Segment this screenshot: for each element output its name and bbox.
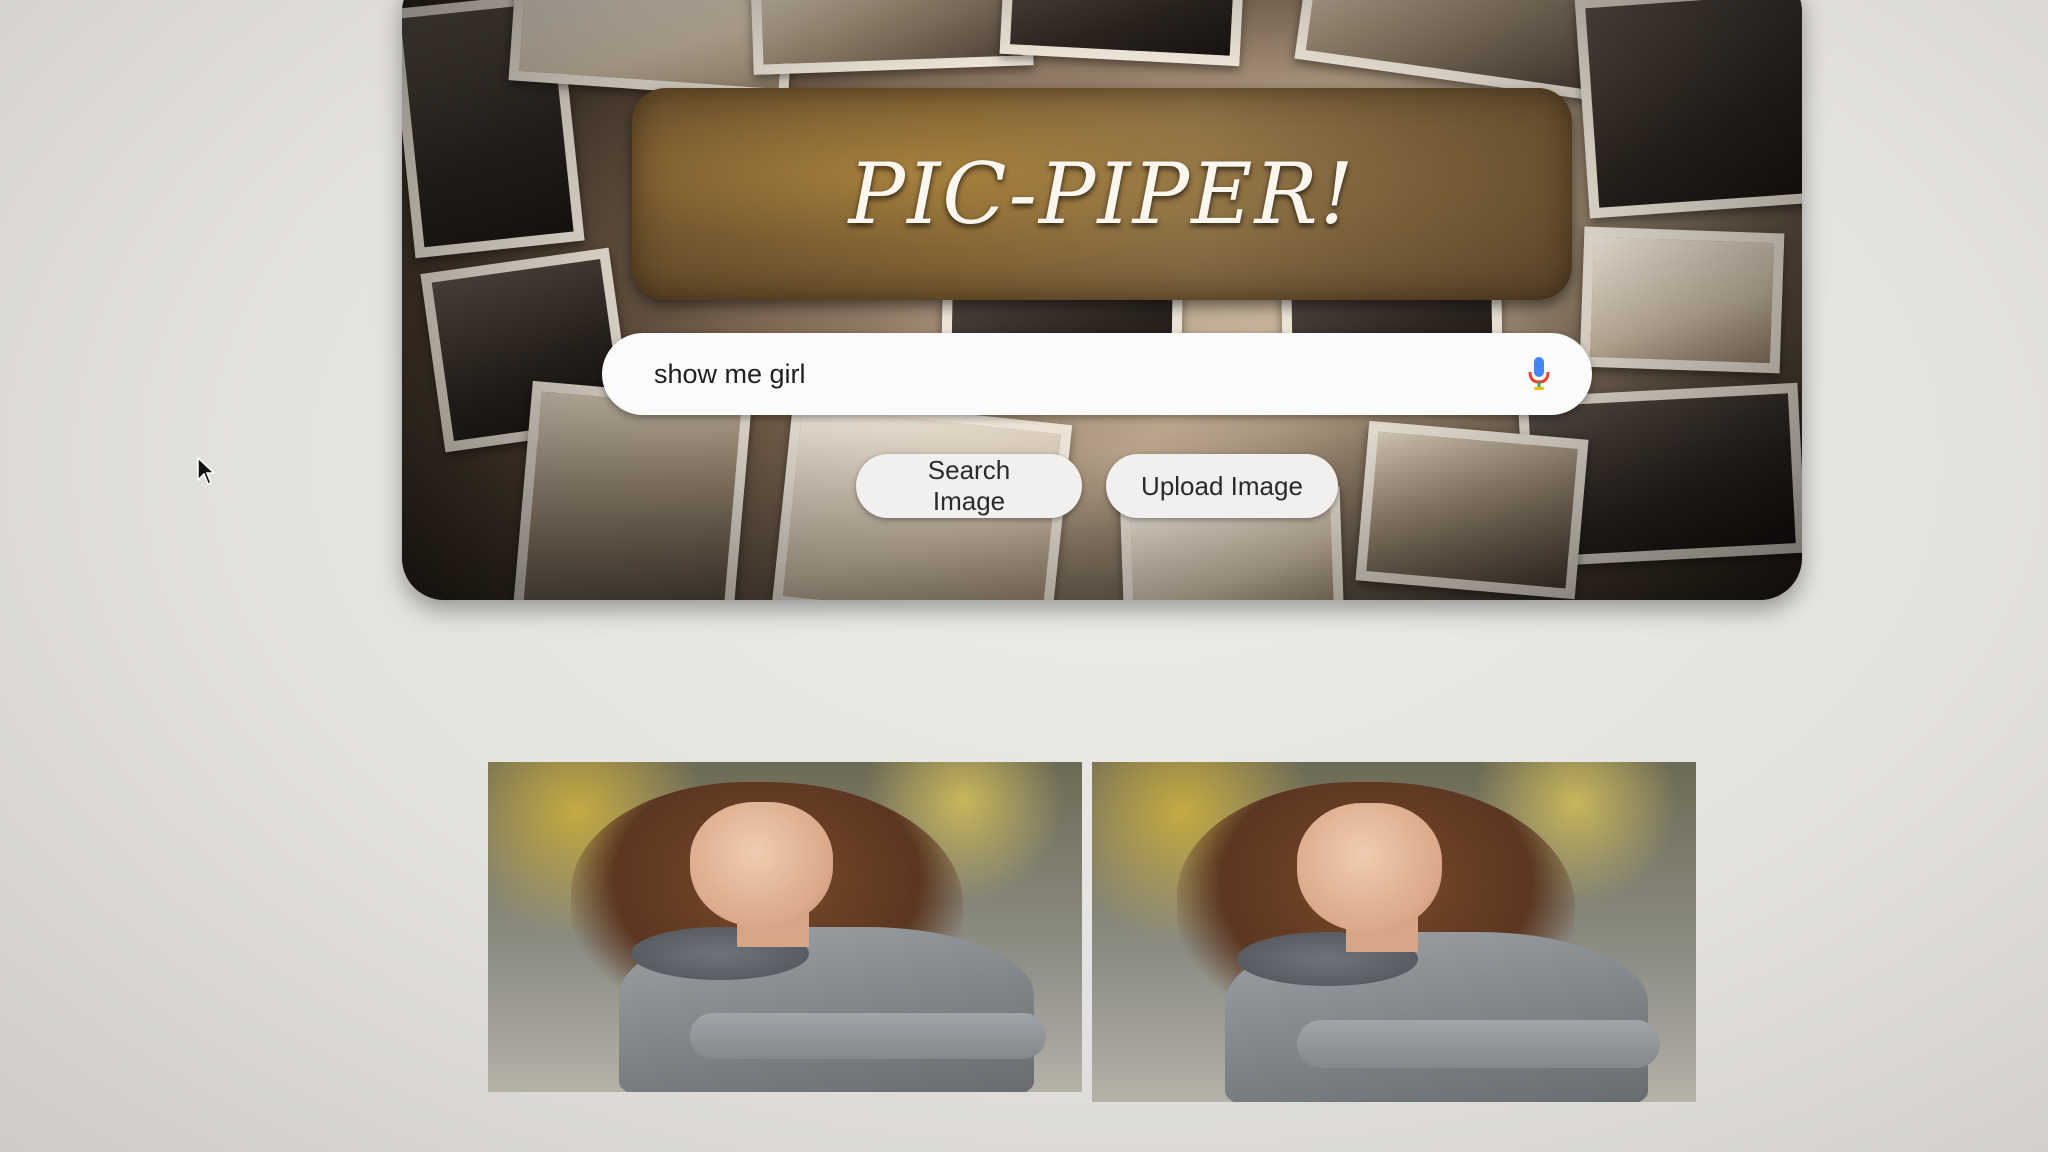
- title-plaque: PIC-PIPER!: [632, 88, 1572, 300]
- search-image-button[interactable]: Search Image: [856, 454, 1082, 518]
- result-image[interactable]: [1092, 762, 1696, 1102]
- app-title: PIC-PIPER!: [848, 145, 1356, 243]
- browser-viewport: PIC-PIPER! Search Image Upload Image: [0, 0, 2048, 1152]
- hero-banner: PIC-PIPER! Search Image Upload Image: [402, 0, 1802, 600]
- mouse-cursor-icon: [197, 456, 216, 485]
- results-grid: [488, 762, 1698, 1106]
- collage-photo: [1355, 420, 1589, 600]
- upload-image-button[interactable]: Upload Image: [1106, 454, 1338, 518]
- search-input[interactable]: [652, 357, 1522, 391]
- portrait-illustration: [488, 762, 1082, 1092]
- portrait-illustration: [1092, 762, 1696, 1102]
- search-bar[interactable]: [602, 333, 1592, 415]
- collage-photo: [750, 0, 1034, 75]
- microphone-icon[interactable]: [1522, 352, 1556, 396]
- collage-photo: [1579, 226, 1785, 374]
- collage-photo: [999, 0, 1245, 67]
- collage-photo: [1294, 0, 1610, 101]
- collage-photo: [1574, 0, 1802, 219]
- result-image[interactable]: [488, 762, 1082, 1092]
